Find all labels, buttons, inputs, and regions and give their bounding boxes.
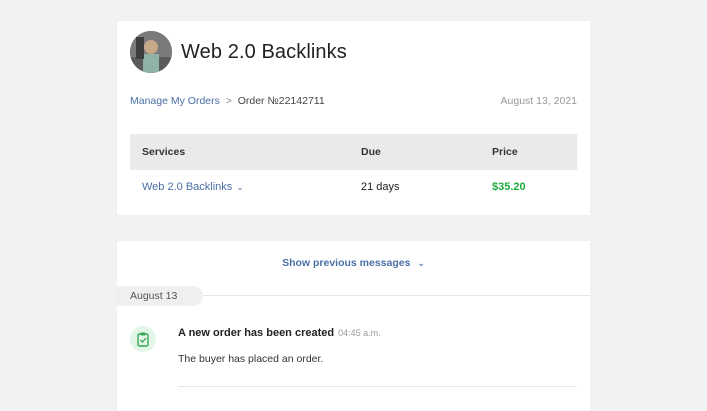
chevron-down-icon[interactable]: ⌄ [417, 258, 425, 268]
header-due: Due [361, 146, 381, 158]
table-row: Web 2.0 Backlinks ⌄ 21 days $35.20 [130, 170, 577, 206]
service-dropdown[interactable]: Web 2.0 Backlinks ⌄ [142, 181, 244, 193]
breadcrumb-manage-orders-link[interactable]: Manage My Orders [130, 95, 220, 107]
chevron-down-icon[interactable]: ⌄ [236, 182, 244, 192]
breadcrumb-order-number: Order №22142711 [237, 95, 325, 107]
show-previous-label[interactable]: Show previous messages [282, 257, 410, 269]
breadcrumb-separator: > [225, 96, 232, 107]
event-time: 04:45 a.m. [338, 328, 381, 338]
event-title: A new order has been created 04:45 a.m. [178, 327, 381, 339]
avatar[interactable] [130, 31, 172, 73]
event-title-text: A new order has been created [178, 327, 335, 339]
table-header: Services Due Price [130, 134, 577, 170]
order-card: Web 2.0 Backlinks Manage My Orders > Order… [117, 21, 590, 215]
breadcrumb: Manage My Orders > Order №22142711 [130, 95, 325, 107]
service-link[interactable]: Web 2.0 Backlinks [142, 181, 232, 193]
event-description: The buyer has placed an order. [178, 353, 324, 365]
price-value: $35.20 [492, 181, 526, 193]
order-table: Services Due Price Web 2.0 Backlinks ⌄ 21… [130, 134, 577, 206]
service-title: Web 2.0 Backlinks [181, 41, 347, 63]
header-price: Price [492, 146, 518, 158]
show-previous-messages-button[interactable]: Show previous messages ⌄ [117, 257, 590, 269]
clipboard-icon [130, 326, 156, 352]
event-divider [178, 386, 577, 387]
order-date: August 13, 2021 [500, 95, 577, 107]
date-group-label: August 13 [117, 286, 203, 306]
messages-card: Show previous messages ⌄ August 13 A new… [117, 241, 590, 411]
due-value: 21 days [361, 181, 400, 193]
header-services: Services [142, 146, 186, 158]
